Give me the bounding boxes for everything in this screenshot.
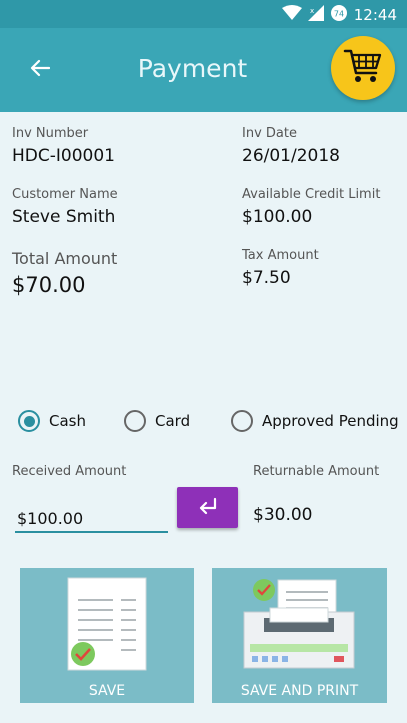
tax-amount-label: Tax Amount — [242, 248, 319, 263]
status-time: 12:44 — [353, 6, 397, 24]
radio-approved-pending[interactable]: Approved Pending — [231, 410, 399, 432]
received-amount-label: Received Amount — [12, 464, 127, 479]
shopping-cart-icon — [343, 47, 383, 89]
status-bar: x 74 12:44 — [0, 0, 407, 28]
radio-cash[interactable]: Cash — [18, 410, 86, 432]
radio-cash-label: Cash — [49, 412, 86, 430]
credit-limit-value: $100.00 — [242, 207, 313, 227]
save-and-print-button[interactable]: SAVE AND PRINT — [212, 568, 387, 703]
customer-name-value: Steve Smith — [12, 207, 116, 227]
radio-card[interactable]: Card — [124, 410, 190, 432]
total-amount-label: Total Amount — [12, 249, 118, 268]
enter-button[interactable] — [177, 487, 238, 528]
battery-badge-text: 74 — [334, 10, 344, 19]
returnable-amount-value: $30.00 — [253, 505, 313, 525]
inv-date-label: Inv Date — [242, 126, 297, 141]
battery-saver-icon: 74 — [330, 4, 348, 26]
status-icons: x 74 12:44 — [281, 4, 397, 26]
wifi-icon — [281, 5, 302, 25]
svg-text:x: x — [310, 7, 314, 15]
inv-date-value: 26/01/2018 — [242, 146, 340, 166]
radio-card-label: Card — [155, 412, 191, 430]
customer-name-label: Customer Name — [12, 187, 118, 202]
save-and-print-button-label: SAVE AND PRINT — [240, 683, 359, 699]
save-button[interactable]: SAVE — [20, 568, 194, 703]
radio-unchecked-icon — [124, 410, 146, 432]
inv-number-value: HDC-I00001 — [12, 146, 115, 166]
radio-unchecked-icon — [231, 410, 253, 432]
received-amount-input[interactable] — [15, 505, 168, 533]
inv-number-label: Inv Number — [12, 126, 89, 141]
returnable-amount-label: Returnable Amount — [253, 464, 380, 479]
credit-limit-label: Available Credit Limit — [242, 187, 381, 202]
radio-checked-icon — [18, 410, 40, 432]
tax-amount-value: $7.50 — [242, 268, 291, 288]
cart-button[interactable] — [331, 36, 395, 100]
page-title: Payment — [137, 54, 248, 83]
total-amount-value: $70.00 — [12, 273, 86, 297]
radio-approved-pending-label: Approved Pending — [262, 412, 399, 430]
save-button-label: SAVE — [88, 683, 126, 699]
enter-arrow-icon — [197, 497, 219, 519]
signal-icon: x — [307, 5, 324, 25]
payment-method-group: Cash Card Approved Pending — [18, 410, 403, 438]
